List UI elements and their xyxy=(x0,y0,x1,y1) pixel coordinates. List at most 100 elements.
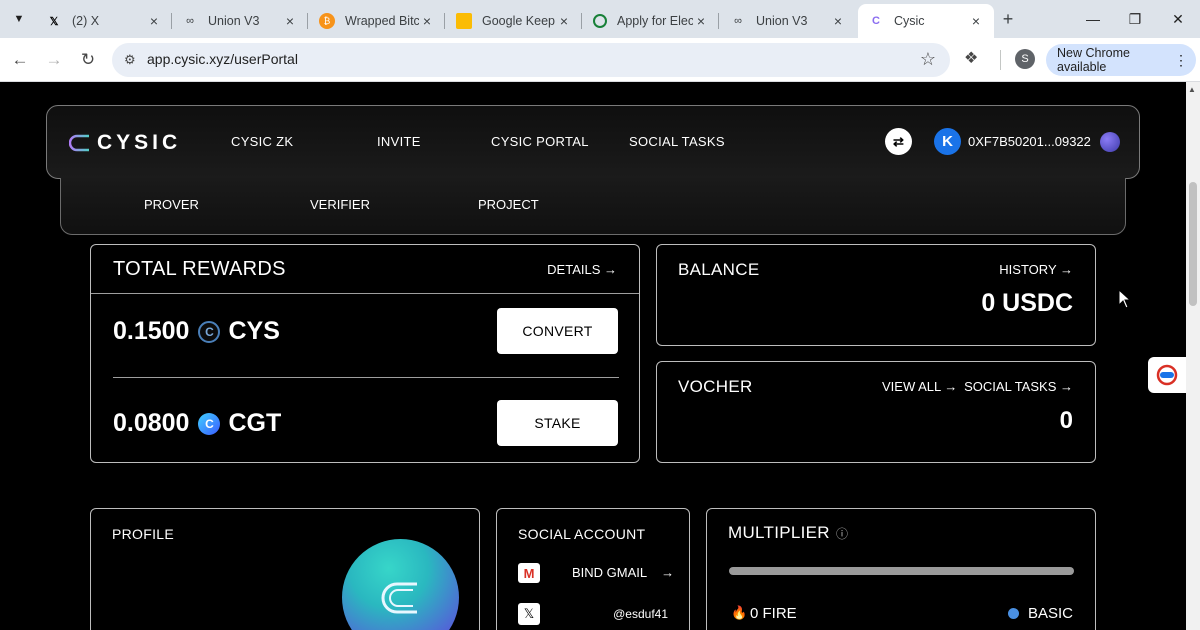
chat-support-icon xyxy=(1156,364,1178,386)
basic-tier-dot xyxy=(1008,608,1019,619)
tab-union-v3-2[interactable]: ∞ Union V3 × xyxy=(720,4,856,38)
x-logo-icon: 𝕏 xyxy=(49,15,59,28)
history-link[interactable]: HISTORY → xyxy=(999,262,1073,277)
cys-amount: 0.1500 xyxy=(113,317,190,345)
tab-title: Cysic xyxy=(894,14,925,28)
tab-union-v3[interactable]: ∞ Union V3 × xyxy=(172,4,308,38)
cysic-logo[interactable]: CYSIC xyxy=(69,131,181,155)
main-nav: CYSIC CYSIC ZK INVITE CYSIC PORTAL SOCIA… xyxy=(46,105,1140,179)
bookmark-star-icon[interactable]: ☆ xyxy=(920,49,936,70)
close-icon[interactable]: × xyxy=(282,13,298,29)
rewards-divider xyxy=(113,377,619,378)
cgt-amount: 0.0800 xyxy=(113,409,190,437)
tab-title: Union V3 xyxy=(756,14,808,28)
tab-cysic[interactable]: C Cysic × xyxy=(858,4,994,38)
restore-button[interactable]: ❐ xyxy=(1124,8,1146,30)
tab-x[interactable]: 𝕏 (2) X × xyxy=(36,4,172,38)
cys-symbol: CYS xyxy=(228,317,280,345)
wallet-address[interactable]: 0XF7B50201...09322 xyxy=(968,134,1091,149)
support-chat-button[interactable] xyxy=(1148,357,1186,393)
page-scrollbar[interactable]: ▲ xyxy=(1186,82,1200,630)
multiplier-title: MULTIPLIER xyxy=(728,523,830,542)
view-all-link[interactable]: VIEW ALL → xyxy=(882,379,957,394)
close-icon[interactable]: × xyxy=(146,13,162,29)
browser-toolbar: ← → ↻ ⚙ app.cysic.xyz/userPortal ☆ ❖ S N… xyxy=(0,38,1200,82)
keep-icon xyxy=(456,13,472,29)
balance-title: BALANCE xyxy=(678,260,760,279)
user-avatar[interactable]: K xyxy=(934,128,961,155)
voucher-value: 0 xyxy=(1059,407,1073,434)
profile-title: PROFILE xyxy=(112,526,175,542)
nav-social-tasks[interactable]: SOCIAL TASKS xyxy=(629,134,725,149)
view-all-label: VIEW ALL xyxy=(882,379,941,394)
x-handle: @esduf41 xyxy=(613,607,668,621)
close-icon[interactable]: × xyxy=(830,13,846,29)
nav-cysic-zk[interactable]: CYSIC ZK xyxy=(231,134,293,149)
social-tasks-link[interactable]: SOCIAL TASKS → xyxy=(964,379,1073,394)
extensions-icon[interactable]: ❖ xyxy=(964,48,978,68)
mouse-cursor-icon xyxy=(1118,289,1132,309)
reload-button[interactable]: ↻ xyxy=(77,49,99,71)
bitcoin-icon: ₿ xyxy=(319,13,335,29)
tab-google-keep[interactable]: Google Keep × xyxy=(446,4,582,38)
tab-title: (2) X xyxy=(72,14,100,28)
profile-avatar[interactable]: S xyxy=(1015,49,1035,69)
logo-text: CYSIC xyxy=(97,131,182,154)
scroll-thumb[interactable] xyxy=(1189,182,1197,306)
minimize-button[interactable]: — xyxy=(1082,8,1104,30)
url-text: app.cysic.xyz/userPortal xyxy=(147,51,298,67)
forward-button[interactable]: → xyxy=(43,49,65,71)
close-icon[interactable]: × xyxy=(968,13,984,29)
tab-apply[interactable]: Apply for Elec × xyxy=(583,4,719,38)
social-account-card: SOCIAL ACCOUNT M BIND GMAIL → 𝕏 @esduf41 xyxy=(496,508,690,630)
site-info-icon[interactable]: ⚙ xyxy=(124,52,136,68)
address-bar[interactable]: ⚙ app.cysic.xyz/userPortal ☆ xyxy=(112,43,950,77)
social-title: SOCIAL ACCOUNT xyxy=(518,526,646,542)
subnav-verifier[interactable]: VERIFIER xyxy=(310,197,370,212)
profile-avatar-image[interactable] xyxy=(342,539,459,630)
apply-icon xyxy=(593,14,607,28)
cysic-emblem-icon xyxy=(381,582,417,613)
update-label: New Chrome available xyxy=(1057,46,1130,74)
back-button[interactable]: ← xyxy=(9,49,31,71)
x-logo-icon: 𝕏 xyxy=(518,603,540,625)
info-icon[interactable]: ⓘ xyxy=(836,525,848,542)
nav-cysic-portal[interactable]: CYSIC PORTAL xyxy=(491,134,589,149)
close-icon[interactable]: × xyxy=(693,13,709,29)
tab-wrapped-bitcoin[interactable]: ₿ Wrapped Bitcoi × xyxy=(309,4,445,38)
cgt-amount-row: 0.0800 C CGT xyxy=(113,409,281,438)
scroll-up-icon[interactable]: ▲ xyxy=(1188,85,1196,94)
subnav-project[interactable]: PROJECT xyxy=(478,197,539,212)
cys-amount-row: 0.1500 C CYS xyxy=(113,317,280,346)
close-icon[interactable]: × xyxy=(556,13,572,29)
toolbar-divider xyxy=(1000,50,1001,70)
tab-title: Wrapped Bitcoi xyxy=(345,14,419,28)
tab-title: Apply for Elec xyxy=(617,14,693,28)
close-icon[interactable]: × xyxy=(419,13,435,29)
union-icon: ∞ xyxy=(186,15,194,27)
profile-card: PROFILE xyxy=(90,508,480,630)
total-rewards-card: TOTAL REWARDS DETAILS → 0.1500 C CYS CON… xyxy=(90,244,640,463)
new-tab-button[interactable]: + xyxy=(998,9,1018,29)
details-link[interactable]: DETAILS → xyxy=(547,262,617,277)
window-close-button[interactable]: ✕ xyxy=(1167,8,1189,30)
tab-title: Union V3 xyxy=(208,14,260,28)
bind-gmail-link[interactable]: BIND GMAIL → xyxy=(572,565,674,580)
bind-gmail-label: BIND GMAIL xyxy=(572,565,647,580)
chrome-update-button[interactable]: New Chrome available ⋮ xyxy=(1046,44,1196,76)
tab-search-button[interactable]: ▼ xyxy=(8,8,30,30)
voucher-title: VOCHER xyxy=(678,377,753,396)
notification-icon[interactable]: ⇄ xyxy=(885,128,912,155)
convert-button[interactable]: CONVERT xyxy=(497,308,618,354)
nav-invite[interactable]: INVITE xyxy=(377,134,421,149)
browser-tabstrip: ▼ 𝕏 (2) X × ∞ Union V3 × ₿ Wrapped Bitco… xyxy=(0,0,1200,38)
cysic-logo-icon xyxy=(69,134,89,152)
rewards-header-divider xyxy=(91,293,639,294)
subnav-prover[interactable]: PROVER xyxy=(144,197,199,212)
sub-nav: PROVER VERIFIER PROJECT xyxy=(60,178,1126,235)
stake-button[interactable]: STAKE xyxy=(497,400,618,446)
cgt-symbol: CGT xyxy=(228,409,282,437)
more-menu-icon[interactable]: ⋮ xyxy=(1174,52,1188,69)
multiplier-progress-bar xyxy=(729,567,1074,575)
network-icon[interactable] xyxy=(1100,132,1120,152)
